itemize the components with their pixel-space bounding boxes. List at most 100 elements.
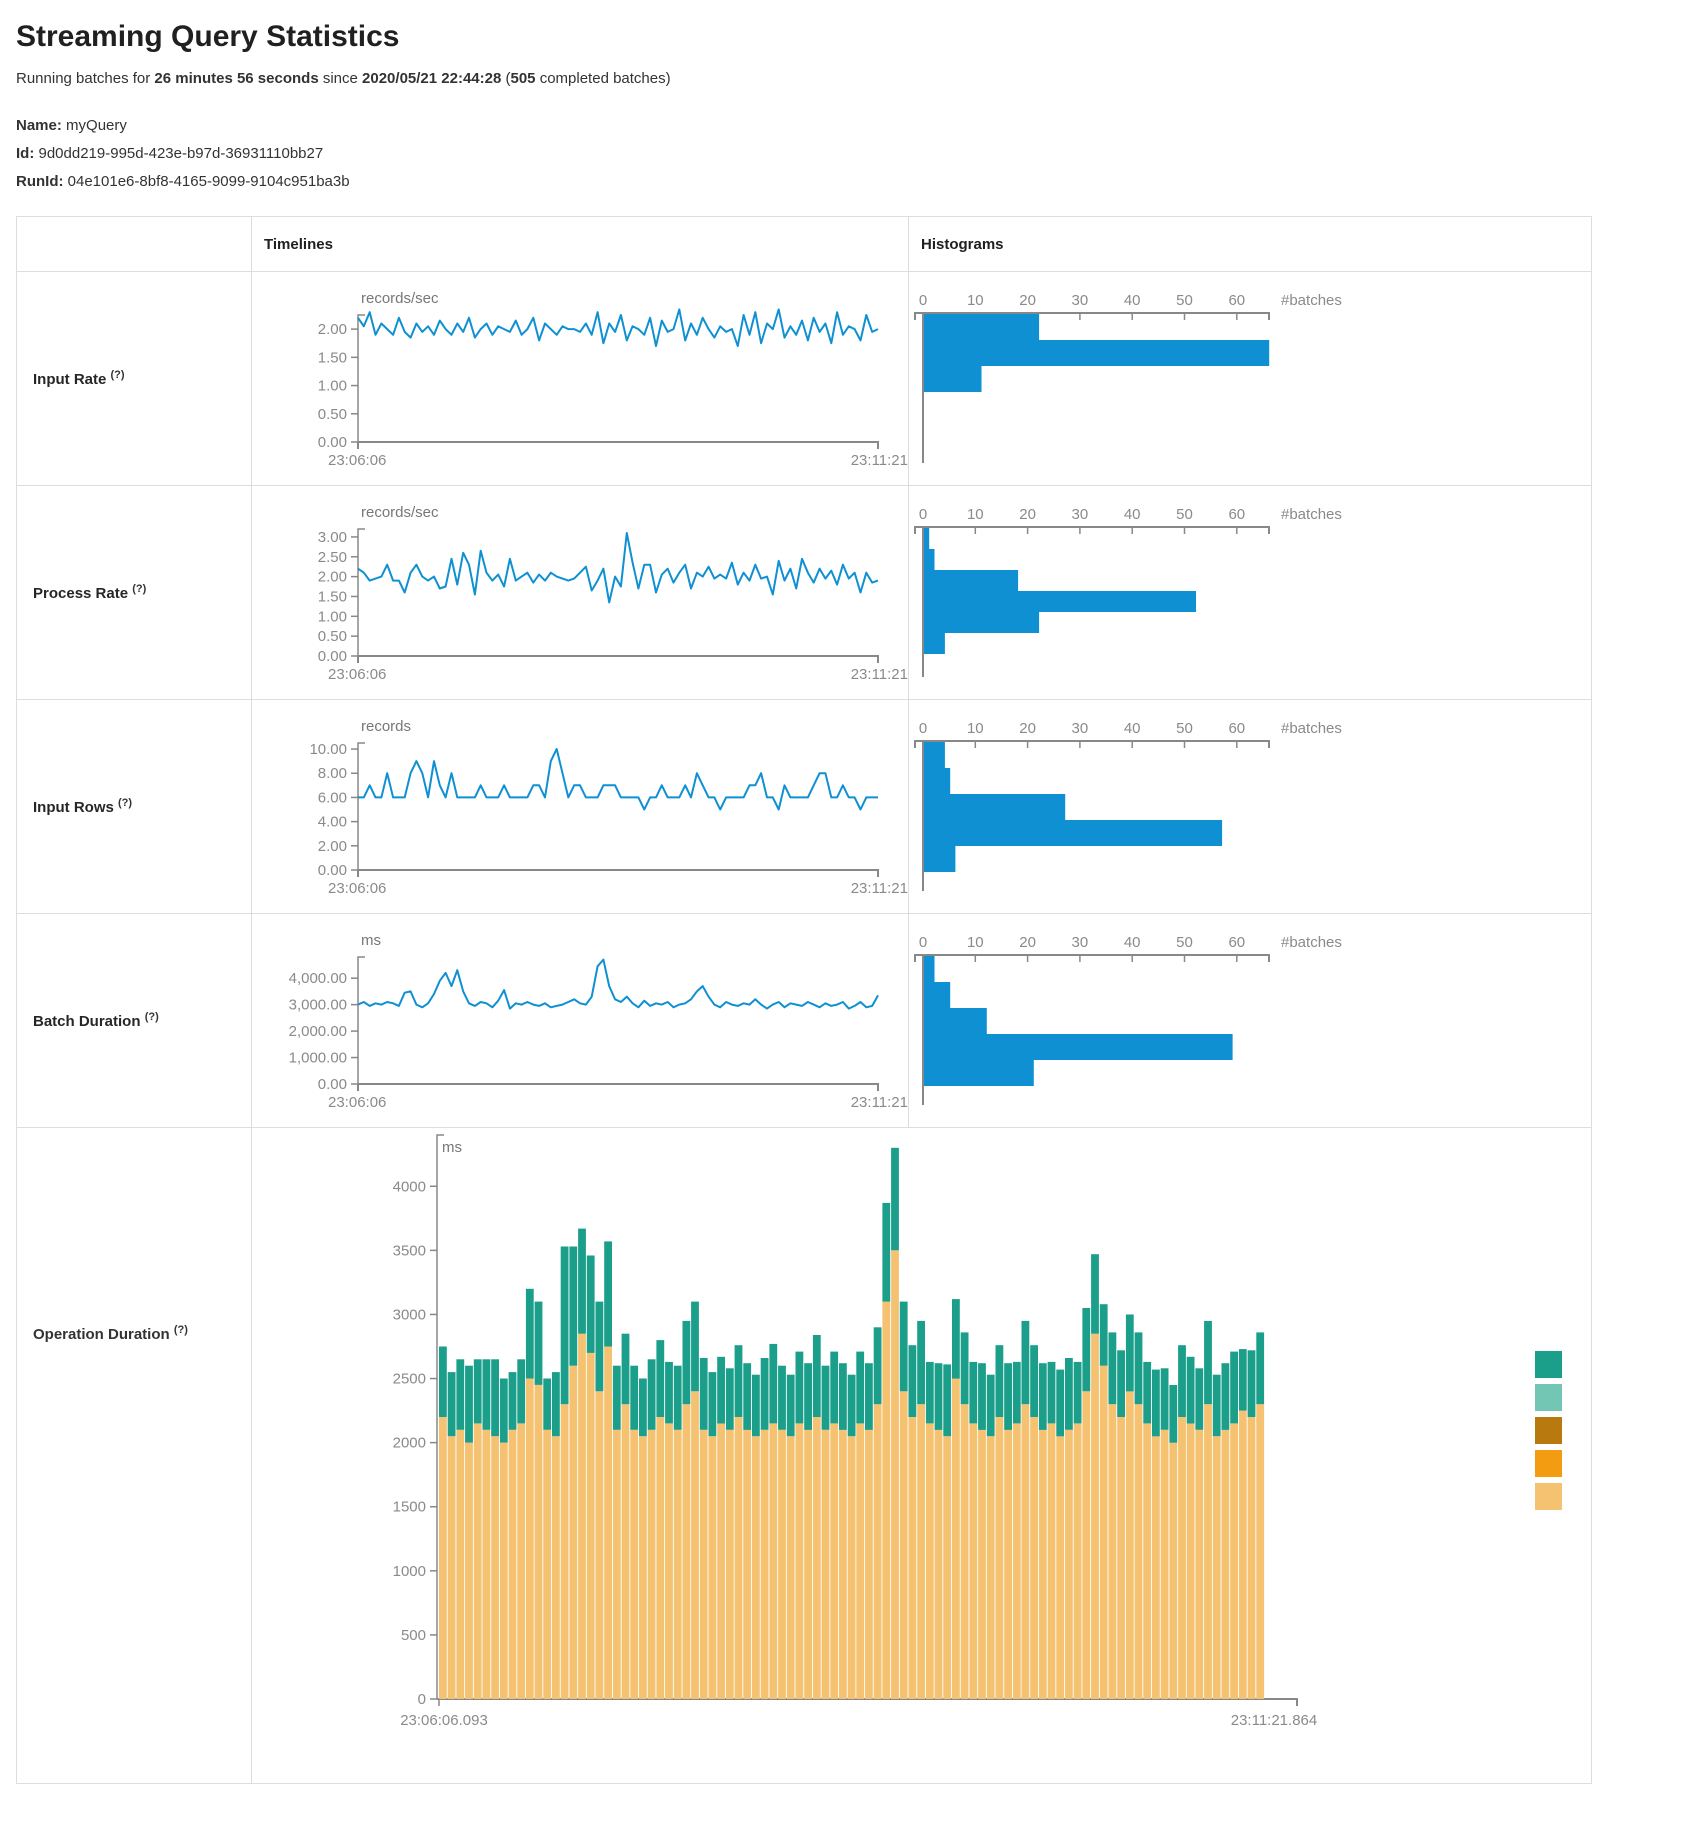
svg-text:60: 60 [1228, 720, 1245, 737]
input-rate-timeline-chart: records/sec0.000.501.001.502.0023:06:062… [252, 279, 908, 479]
svg-text:30: 30 [1072, 934, 1089, 951]
batch-duration-timeline-chart: ms0.001,000.002,000.003,000.004,000.0023… [252, 921, 908, 1121]
svg-text:6.00: 6.00 [318, 789, 347, 806]
svg-text:3500: 3500 [393, 1242, 426, 1259]
input-rows-timeline-chart: records0.002.004.006.008.0010.0023:06:06… [252, 707, 908, 907]
svg-text:23:11:21: 23:11:21 [851, 452, 908, 469]
row-label-input-rows: Input Rows (?) [17, 700, 252, 914]
svg-text:0.50: 0.50 [318, 628, 347, 645]
stats-table: Timelines Histograms Input Rate (?) reco… [16, 216, 1592, 1784]
operation-duration-help-icon[interactable]: (?) [174, 1324, 188, 1336]
svg-text:1,000.00: 1,000.00 [289, 1049, 347, 1066]
process-rate-timeline-chart: records/sec0.000.501.001.502.002.503.002… [252, 493, 908, 693]
svg-text:records: records [361, 718, 411, 735]
svg-text:0: 0 [919, 506, 927, 523]
start-timestamp: 2020/05/21 22:44:28 [362, 70, 501, 87]
operation-duration-chart-cell: ms0500100015002000250030003500400023:06:… [252, 1128, 1592, 1784]
process-rate-help-icon[interactable]: (?) [132, 583, 146, 595]
svg-text:1000: 1000 [393, 1563, 426, 1580]
svg-text:0: 0 [919, 720, 927, 737]
svg-text:1.00: 1.00 [318, 608, 347, 625]
svg-text:4.00: 4.00 [318, 813, 347, 830]
input-rate-timeline-cell: records/sec0.000.501.001.502.0023:06:062… [252, 272, 909, 486]
process-rate-histogram-cell: 0102030405060#batches [909, 486, 1592, 700]
svg-text:1.50: 1.50 [318, 349, 347, 366]
input-rate-label: Input Rate [33, 371, 106, 388]
svg-text:20: 20 [1019, 934, 1036, 951]
svg-text:30: 30 [1072, 720, 1089, 737]
svg-text:ms: ms [442, 1139, 462, 1156]
svg-text:50: 50 [1176, 506, 1193, 523]
row-label-operation-duration: Operation Duration (?) [17, 1128, 252, 1784]
svg-text:20: 20 [1019, 720, 1036, 737]
svg-text:60: 60 [1228, 506, 1245, 523]
svg-text:3.00: 3.00 [318, 528, 347, 545]
svg-text:#batches: #batches [1281, 720, 1342, 737]
svg-text:#batches: #batches [1281, 506, 1342, 523]
row-label-input-rate: Input Rate (?) [17, 272, 252, 486]
svg-text:60: 60 [1228, 934, 1245, 951]
svg-text:8.00: 8.00 [318, 765, 347, 782]
svg-text:23:11:21: 23:11:21 [851, 1094, 908, 1111]
svg-text:23:06:06: 23:06:06 [328, 452, 386, 469]
row-label-process-rate: Process Rate (?) [17, 486, 252, 700]
input-rows-label: Input Rows [33, 799, 114, 816]
svg-text:2.00: 2.00 [318, 568, 347, 585]
row-label-batch-duration: Batch Duration (?) [17, 914, 252, 1128]
svg-text:#batches: #batches [1281, 934, 1342, 951]
svg-text:20: 20 [1019, 292, 1036, 309]
svg-text:23:06:06: 23:06:06 [328, 1094, 386, 1111]
svg-text:4000: 4000 [393, 1178, 426, 1195]
svg-text:0.00: 0.00 [318, 862, 347, 879]
svg-text:40: 40 [1124, 720, 1141, 737]
svg-text:50: 50 [1176, 292, 1193, 309]
svg-text:0.00: 0.00 [318, 434, 347, 451]
query-metadata: Name: myQuery Id: 9d0dd219-995d-423e-b97… [16, 117, 1677, 190]
input-rate-histogram-cell: 0102030405060#batches [909, 272, 1592, 486]
svg-text:#batches: #batches [1281, 292, 1342, 309]
runid-value: 04e101e6-8bf8-4165-9099-9104c951ba3b [68, 173, 350, 190]
running-prefix: Running batches for [16, 70, 154, 87]
running-duration: 26 minutes 56 seconds [154, 70, 318, 87]
svg-text:60: 60 [1228, 292, 1245, 309]
svg-text:2,000.00: 2,000.00 [289, 1023, 347, 1040]
svg-text:1500: 1500 [393, 1499, 426, 1516]
header-empty-cell [17, 217, 252, 272]
batch-duration-help-icon[interactable]: (?) [145, 1011, 159, 1023]
query-id-line: Id: 9d0dd219-995d-423e-b97d-36931110bb27 [16, 145, 1677, 162]
svg-text:40: 40 [1124, 934, 1141, 951]
svg-text:10.00: 10.00 [309, 741, 347, 758]
svg-text:23:11:21: 23:11:21 [851, 666, 908, 683]
svg-text:0: 0 [418, 1691, 426, 1708]
svg-text:23:06:06: 23:06:06 [328, 666, 386, 683]
svg-text:1.00: 1.00 [318, 377, 347, 394]
operation-duration-row: Operation Duration (?) ms050010001500200… [17, 1128, 1592, 1784]
svg-text:20: 20 [1019, 506, 1036, 523]
header-timelines: Timelines [252, 217, 909, 272]
batch-duration-label: Batch Duration [33, 1013, 141, 1030]
header-histograms: Histograms [909, 217, 1592, 272]
query-name-line: Name: myQuery [16, 117, 1677, 134]
streaming-query-statistics-page: Streaming Query Statistics Running batch… [0, 20, 1693, 1784]
svg-text:23:11:21.864: 23:11:21.864 [1231, 1712, 1317, 1729]
batch-duration-row: Batch Duration (?) ms0.001,000.002,000.0… [17, 914, 1592, 1128]
batch-duration-timeline-cell: ms0.001,000.002,000.003,000.004,000.0023… [252, 914, 909, 1128]
svg-text:50: 50 [1176, 720, 1193, 737]
input-rate-row: Input Rate (?) records/sec0.000.501.001.… [17, 272, 1592, 486]
input-rows-help-icon[interactable]: (?) [118, 797, 132, 809]
input-rows-timeline-cell: records0.002.004.006.008.0010.0023:06:06… [252, 700, 909, 914]
paren-open: ( [501, 70, 510, 87]
svg-text:40: 40 [1124, 292, 1141, 309]
svg-text:0.00: 0.00 [318, 1076, 347, 1093]
svg-text:50: 50 [1176, 934, 1193, 951]
svg-text:3,000.00: 3,000.00 [289, 996, 347, 1013]
process-rate-row: Process Rate (?) records/sec0.000.501.00… [17, 486, 1592, 700]
runid-label: RunId: [16, 173, 63, 190]
batch-duration-histogram-chart: 0102030405060#batches [909, 925, 1591, 1117]
svg-text:1.50: 1.50 [318, 588, 347, 605]
svg-text:4,000.00: 4,000.00 [289, 970, 347, 987]
input-rows-row: Input Rows (?) records0.002.004.006.008.… [17, 700, 1592, 914]
input-rate-help-icon[interactable]: (?) [111, 369, 125, 381]
svg-text:0: 0 [919, 292, 927, 309]
svg-text:23:11:21: 23:11:21 [851, 880, 908, 897]
